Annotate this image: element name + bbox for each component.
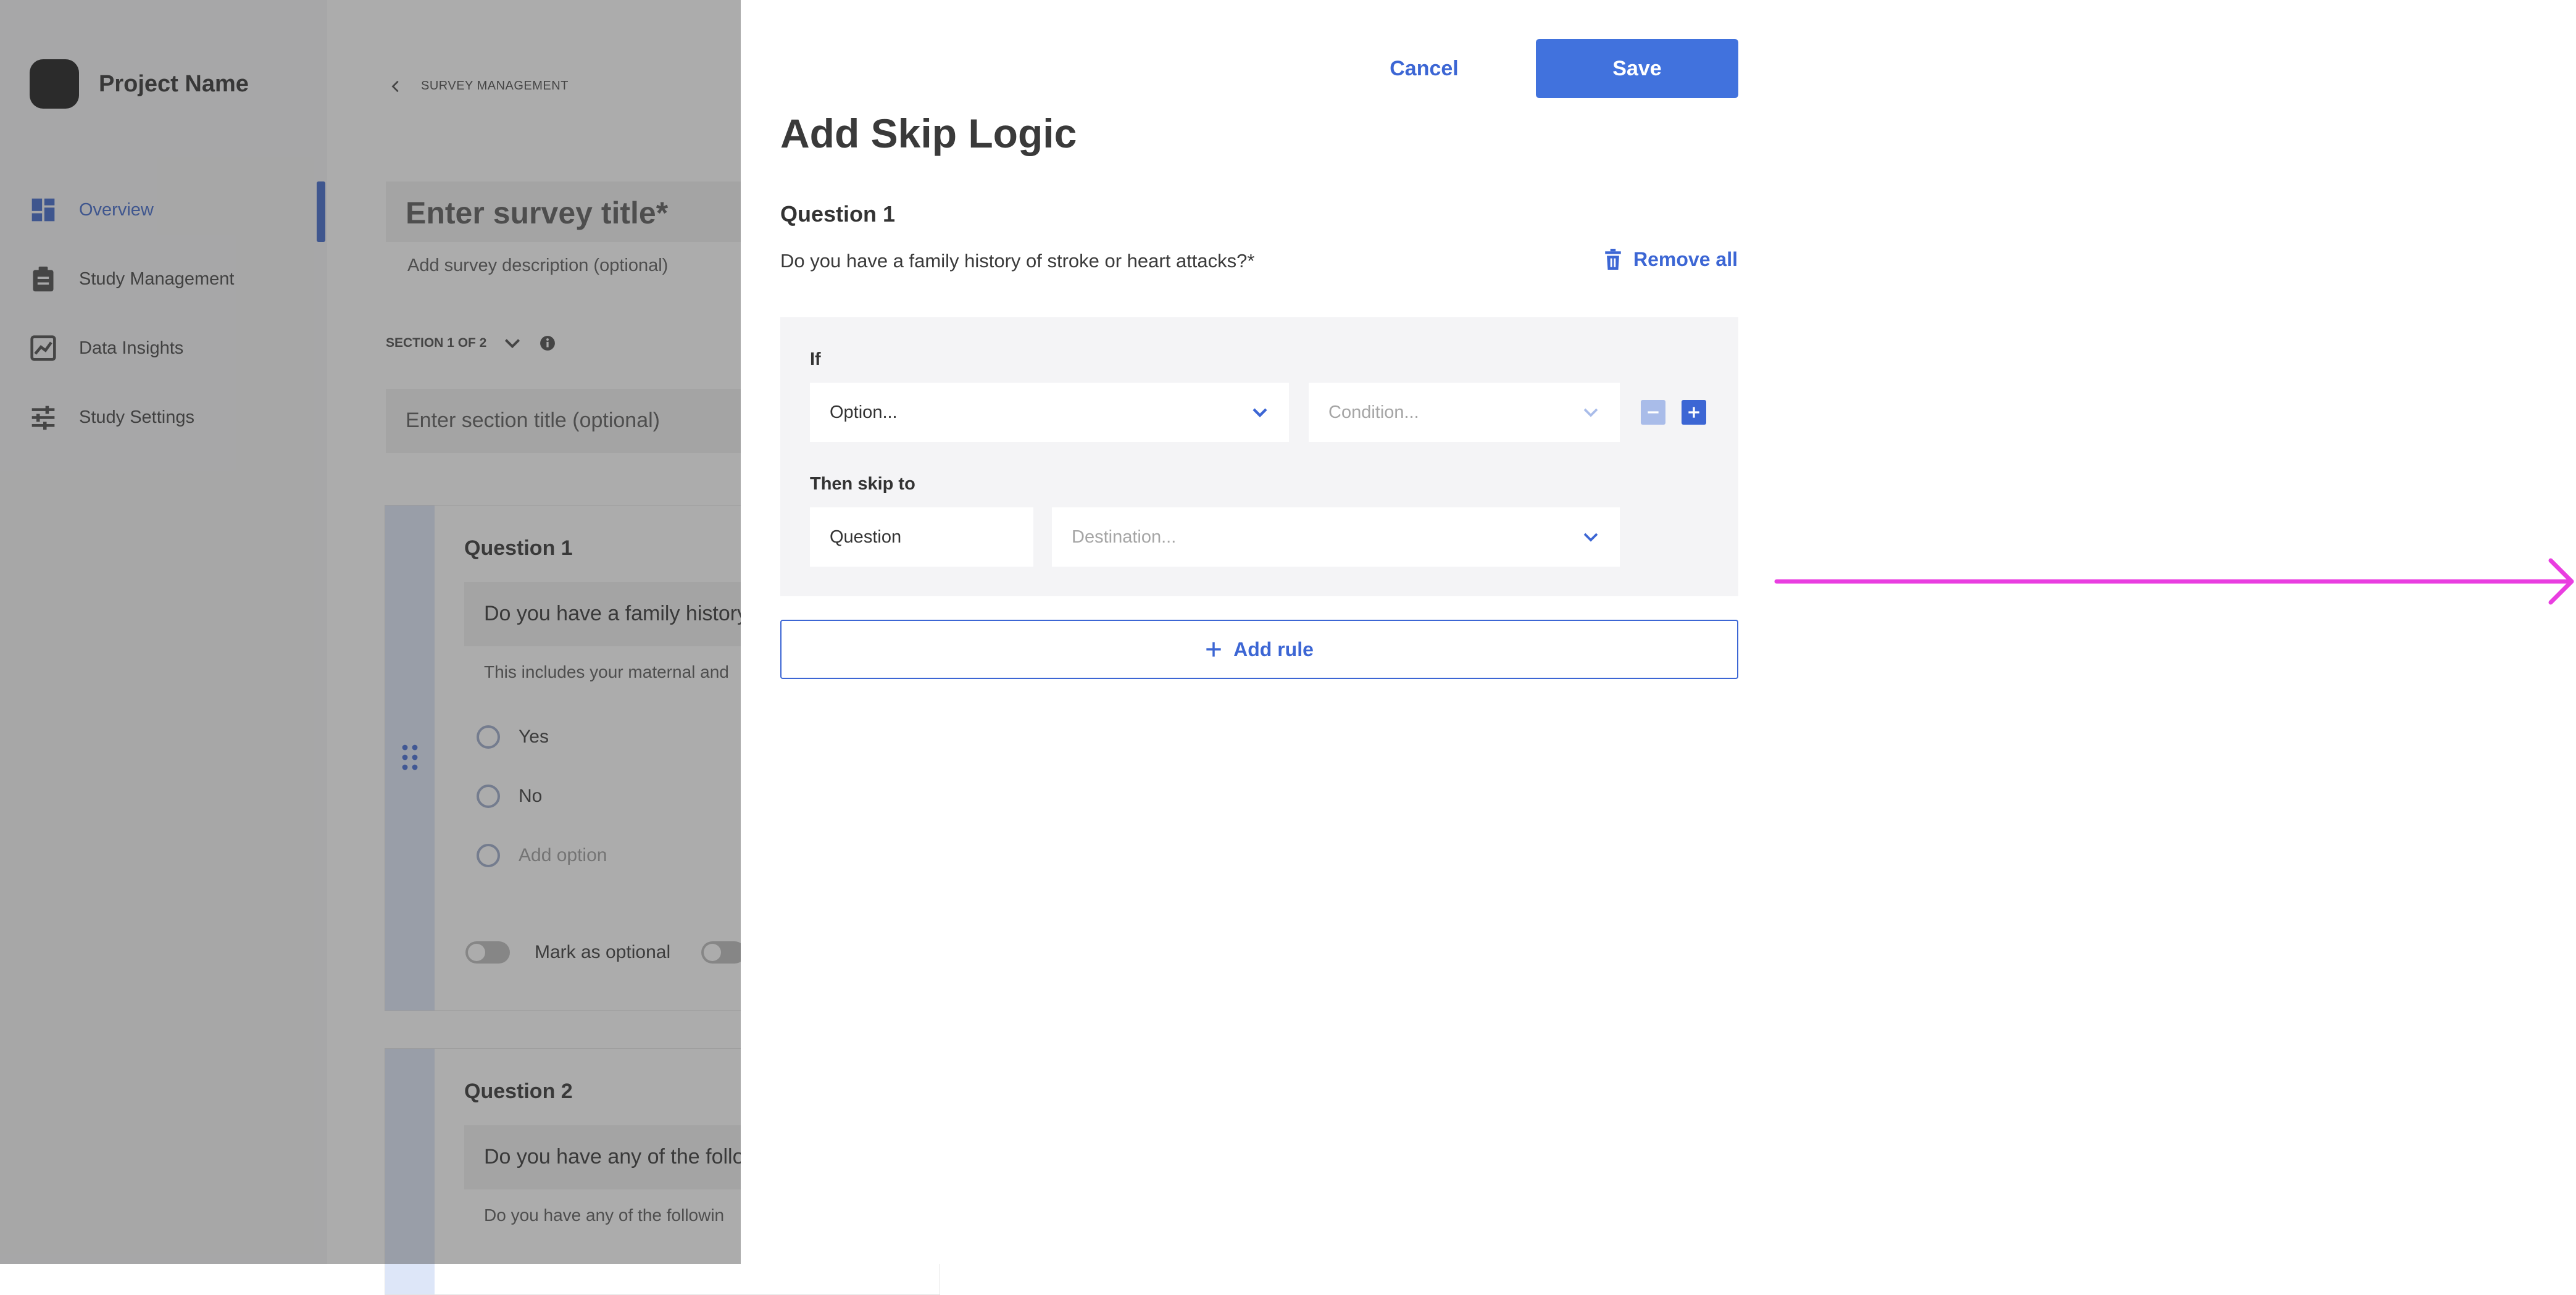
chevron-down-icon — [1253, 408, 1267, 418]
destination-select-placeholder: Destination... — [1072, 527, 1177, 547]
remove-all-button[interactable]: Remove all — [1603, 247, 1738, 272]
modal-backdrop[interactable] — [0, 0, 741, 1264]
option-select[interactable]: Option... — [810, 383, 1289, 442]
save-button[interactable]: Save — [1536, 39, 1738, 98]
chevron-down-icon — [1583, 408, 1598, 417]
modal-question-text: Do you have a family history of stroke o… — [780, 250, 1255, 272]
add-condition-button[interactable] — [1682, 400, 1706, 425]
add-rule-button[interactable]: Add rule — [780, 620, 1738, 679]
add-rule-label: Add rule — [1233, 638, 1314, 660]
plus-icon — [1688, 407, 1699, 418]
arrow-right-icon — [1774, 558, 2574, 605]
plus-icon — [1206, 642, 1221, 657]
condition-select-placeholder: Condition... — [1328, 402, 1419, 422]
target-type-value: Question — [830, 527, 902, 547]
remove-all-label: Remove all — [1633, 248, 1738, 270]
modal-question-label: Question 1 — [780, 201, 896, 227]
destination-select[interactable]: Destination... — [1052, 507, 1620, 567]
minus-icon — [1648, 411, 1659, 414]
modal-title: Add Skip Logic — [780, 110, 1077, 156]
option-select-value: Option... — [830, 402, 898, 422]
skip-rule: If Option... Condition... Then skip to Q… — [780, 317, 1738, 596]
remove-condition-button[interactable] — [1641, 400, 1665, 425]
if-label: If — [810, 349, 821, 369]
target-type-select[interactable]: Question — [810, 507, 1033, 567]
trash-icon — [1605, 249, 1621, 270]
condition-select[interactable]: Condition... — [1309, 383, 1620, 442]
chevron-down-icon — [1583, 533, 1598, 542]
then-skip-to-label: Then skip to — [810, 474, 915, 494]
cancel-button[interactable]: Cancel — [1382, 39, 1467, 98]
